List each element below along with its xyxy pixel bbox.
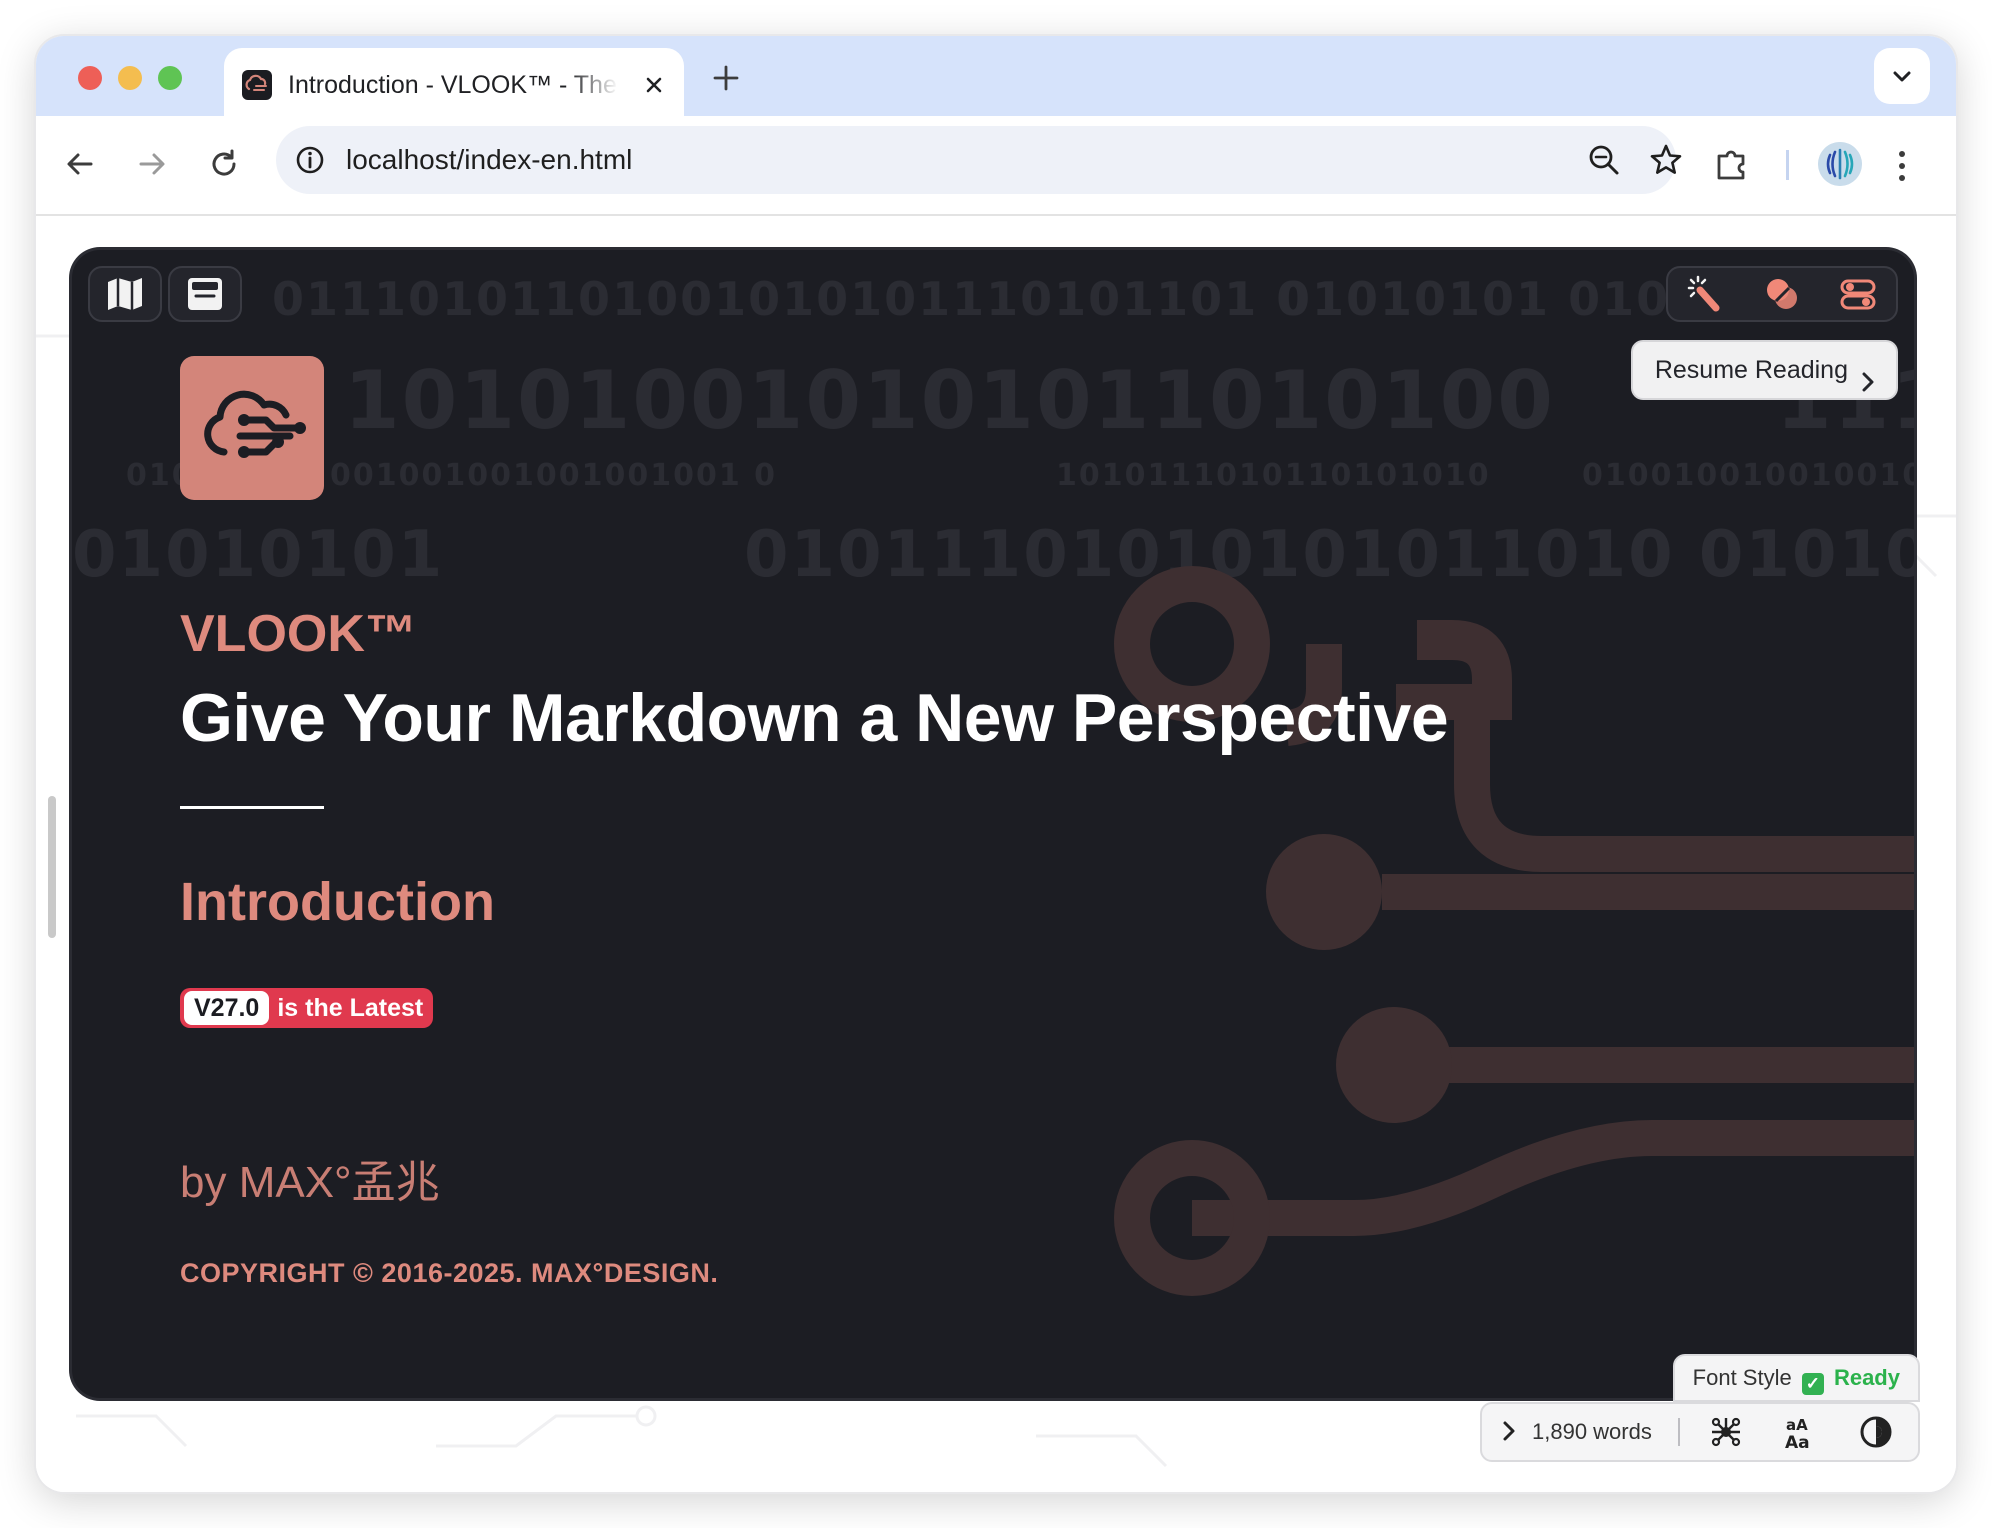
tab-search-menu-button[interactable] [1874,48,1930,104]
more-menu-icon[interactable] [1892,146,1912,191]
extensions-puzzle-icon[interactable] [1710,142,1754,191]
tab-active[interactable]: Introduction - VLOOK™ - The Elegant Mark… [224,48,684,116]
profile-avatar[interactable] [1818,142,1862,186]
browser-window: Introduction - VLOOK™ - The Elegant Mark… [36,36,1956,1492]
reload-icon[interactable] [204,144,244,184]
maximize-window-button[interactable] [158,66,182,90]
font-style-label: Font Style [1692,1365,1792,1390]
spotlight-wand-icon[interactable] [1676,268,1736,320]
brand-name: VLOOK™ [180,605,417,663]
map-icon [108,278,142,310]
url-text: localhost/index-en.html [346,144,633,175]
toc-map-button[interactable] [88,266,162,322]
theme-blend-icon[interactable] [1752,268,1812,320]
reading-status-bar: 1,890 words aA Aa [1480,1402,1920,1462]
archive-button[interactable] [168,266,242,322]
version-badge[interactable]: V27.0 is the Latest [180,988,434,1028]
address-bar[interactable]: localhost/index-en.html [276,126,1682,194]
chevron-right-icon [1856,358,1880,392]
version-number: V27.0 [184,991,270,1025]
resume-reading-label: Resume Reading [1654,356,1848,384]
archive-icon [188,278,222,310]
contrast-mode-icon[interactable] [1858,1414,1894,1450]
svg-text:Aa: Aa [1785,1433,1810,1450]
cover-tools-group [1666,266,1898,322]
browser-toolbar: localhost/index-en.html [36,116,1956,216]
site-info-icon[interactable] [294,144,326,181]
expand-chevron-icon[interactable] [1496,1418,1522,1444]
page-scrollbar[interactable] [48,796,56,938]
page-title: Give Your Markdown a New Perspective [180,680,1449,756]
status-divider [1678,1418,1680,1446]
settings-toggle-icon[interactable] [1828,268,1888,320]
minimize-window-button[interactable] [118,66,142,90]
tab-strip: Introduction - VLOOK™ - The Elegant Mark… [36,36,1956,116]
tab-title: Introduction - VLOOK™ - The Elegant Mark… [288,71,618,99]
font-size-icon[interactable]: aA Aa [1782,1414,1818,1453]
copyright-notice: COPYRIGHT © 2016-2025. MAX°DESIGN. [180,1258,719,1288]
version-status: is the Latest [277,994,424,1022]
cloud-circuit-icon [204,390,306,458]
svg-text:aA: aA [1786,1416,1808,1434]
title-divider [180,806,324,809]
back-arrow-icon[interactable] [60,144,100,184]
font-style-status: Font Style ✓ Ready [1672,1354,1920,1402]
author-byline: by MAX°孟兆 [180,1158,440,1207]
close-window-button[interactable] [78,66,102,90]
section-title: Introduction [180,872,495,932]
zoom-icon[interactable] [1586,142,1622,183]
vlook-favicon-icon [242,70,272,100]
circuit-decoration [1114,566,1914,1296]
font-ready-label: Ready [1833,1365,1900,1390]
forward-arrow-icon[interactable] [132,144,172,184]
close-tab-icon[interactable] [638,69,670,101]
bookmark-star-icon[interactable] [1648,142,1684,183]
resume-reading-button[interactable]: Resume Reading [1630,340,1898,400]
cover-page: 01110101101001010101110101101 0 01010101… [72,250,1914,1398]
checkmark-icon: ✓ [1801,1373,1824,1395]
page-viewport: 01110101101001010101110101101 0 01010101… [36,216,1956,1492]
vlook-logo [180,356,324,500]
toolbar-divider [1786,150,1789,180]
mind-map-icon[interactable] [1708,1414,1744,1450]
new-tab-icon[interactable] [706,58,746,98]
word-count: 1,890 words [1532,1419,1652,1444]
